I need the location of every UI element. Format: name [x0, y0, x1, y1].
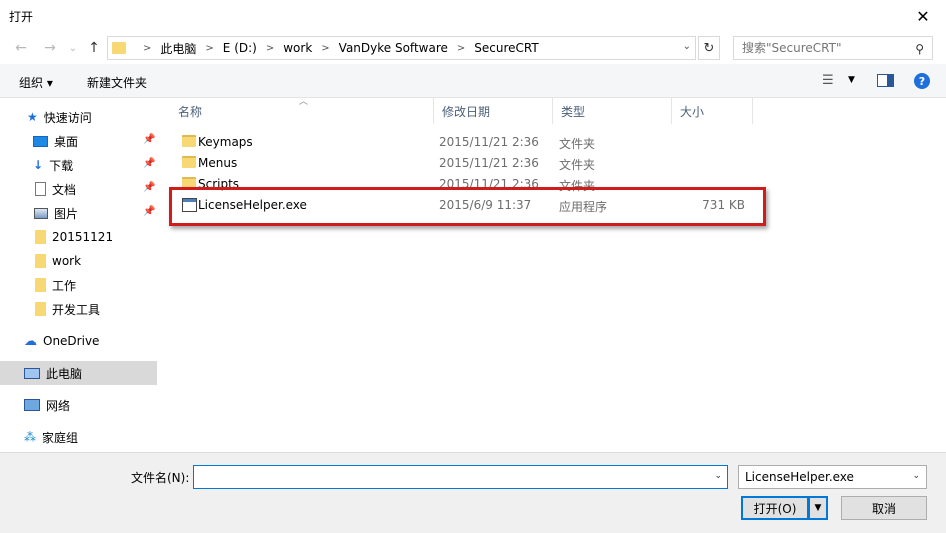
breadcrumb-item[interactable]: 此电脑 >: [160, 40, 222, 57]
folder-icon: [182, 156, 196, 168]
document-icon: [35, 182, 46, 196]
chevron-right-icon: >: [205, 42, 214, 54]
preview-pane-icon[interactable]: [877, 74, 894, 87]
breadcrumb-item[interactable]: work >: [283, 41, 338, 55]
computer-icon: [24, 367, 40, 379]
folder-icon: [35, 230, 46, 244]
sidebar-item-onedrive[interactable]: ☁ OneDrive: [0, 329, 157, 353]
download-icon: ↓: [33, 158, 44, 172]
chevron-right-icon: >: [321, 42, 330, 54]
refresh-icon[interactable]: ↻: [698, 36, 720, 60]
breadcrumb-item[interactable]: E (D:) >: [223, 41, 283, 55]
sidebar-item-downloads[interactable]: ↓ 下载 📌: [0, 153, 157, 177]
back-arrow-icon[interactable]: ←: [12, 40, 30, 56]
sidebar-item-dev-tools[interactable]: 开发工具: [0, 297, 157, 321]
navigation-pane: ★ 快速访问 桌面 📌 ↓ 下载 📌 文档 📌 图片 📌 20151121 wo…: [0, 98, 160, 452]
open-options-dropdown[interactable]: ▼: [809, 496, 828, 520]
pin-icon[interactable]: 📌: [143, 134, 155, 145]
breadcrumb-item[interactable]: VanDyke Software >: [339, 41, 475, 55]
title-bar: 打开 ✕: [0, 0, 946, 32]
chevron-down-icon[interactable]: ⌄: [683, 41, 691, 52]
pin-icon[interactable]: 📌: [143, 182, 155, 193]
chevron-right-icon: >: [456, 42, 466, 54]
chevron-down-icon[interactable]: ▼: [848, 75, 855, 85]
address-bar[interactable]: > 此电脑 > E (D:) > work > VanDyke Software > S…: [107, 36, 696, 60]
file-type-select[interactable]: LicenseHelper.exe ⌄: [738, 465, 927, 489]
folder-icon: [182, 135, 196, 147]
filename-label: 文件名(N):: [131, 471, 190, 485]
chevron-down-icon[interactable]: ⌄: [912, 471, 920, 481]
folder-icon: [35, 278, 46, 292]
folder-icon: [35, 302, 46, 316]
sidebar-item-documents[interactable]: 文档 📌: [0, 177, 157, 201]
sidebar-item-work[interactable]: work: [0, 249, 157, 273]
sidebar-item-pictures[interactable]: 图片 📌: [0, 201, 157, 225]
desktop-icon: [33, 135, 48, 147]
file-list: ︿ 名称 修改日期 类型 大小 Keymaps 2015/11/21 2:36 …: [160, 97, 946, 452]
forward-arrow-icon[interactable]: →: [41, 40, 59, 56]
new-folder-button[interactable]: 新建文件夹: [87, 74, 147, 91]
filename-input[interactable]: [197, 470, 697, 484]
organize-button[interactable]: 组织 ▾: [19, 74, 53, 91]
folder-icon: [35, 254, 46, 268]
column-header-date[interactable]: 修改日期: [434, 98, 553, 124]
up-arrow-icon[interactable]: ↑: [85, 40, 103, 56]
chevron-down-icon[interactable]: ⌄: [714, 471, 722, 481]
homegroup-icon: ⁂: [24, 430, 36, 444]
folder-icon: [112, 42, 126, 54]
network-icon: [24, 399, 40, 411]
search-input[interactable]: [742, 41, 910, 55]
cloud-icon: ☁: [24, 333, 37, 349]
star-icon: ★: [27, 110, 38, 124]
sidebar-item-network[interactable]: 网络: [0, 393, 157, 417]
picture-icon: [34, 207, 48, 219]
cancel-button[interactable]: 取消: [841, 496, 927, 520]
window-title: 打开: [9, 10, 34, 24]
help-icon[interactable]: ?: [914, 73, 930, 89]
highlight-annotation: [169, 187, 766, 226]
column-header-name[interactable]: 名称: [170, 98, 434, 124]
table-row[interactable]: Keymaps 2015/11/21 2:36 文件夹: [170, 131, 760, 152]
search-icon[interactable]: ⚲: [915, 42, 924, 56]
chevron-right-icon: >: [143, 42, 152, 54]
column-header-size[interactable]: 大小: [672, 98, 753, 124]
open-button[interactable]: 打开(O): [741, 496, 809, 520]
close-icon[interactable]: ✕: [900, 0, 946, 32]
breadcrumb-item[interactable]: SecureCRT: [474, 41, 538, 55]
sidebar-item-this-pc[interactable]: 此电脑: [0, 361, 157, 385]
column-header-type[interactable]: 类型: [553, 98, 672, 124]
sidebar-item-desktop[interactable]: 桌面 📌: [0, 129, 157, 153]
footer-panel: 文件名(N): ⌄ LicenseHelper.exe ⌄ 打开(O) ▼ 取消: [0, 452, 946, 533]
pin-icon[interactable]: 📌: [143, 206, 155, 217]
sidebar-item-quick-access[interactable]: ★ 快速访问: [0, 105, 157, 129]
sidebar-item-gongzuo[interactable]: 工作: [0, 273, 157, 297]
recent-locations-icon[interactable]: ⌄: [64, 40, 82, 56]
sidebar-item-homegroup[interactable]: ⁂ 家庭组: [0, 425, 157, 449]
search-box[interactable]: ⚲: [733, 36, 933, 60]
address-row: ← → ⌄ ↑ > 此电脑 > E (D:) > work > VanDyke Sof…: [0, 32, 946, 64]
pin-icon[interactable]: 📌: [143, 158, 155, 169]
view-options-icon[interactable]: ☰: [822, 73, 834, 88]
filename-combobox[interactable]: ⌄: [193, 465, 728, 489]
sidebar-item-20151121[interactable]: 20151121: [0, 225, 157, 249]
table-row[interactable]: Menus 2015/11/21 2:36 文件夹: [170, 152, 760, 173]
chevron-right-icon: >: [265, 42, 275, 54]
command-bar: 组织 ▾ 新建文件夹 ☰ ▼ ?: [0, 64, 946, 98]
